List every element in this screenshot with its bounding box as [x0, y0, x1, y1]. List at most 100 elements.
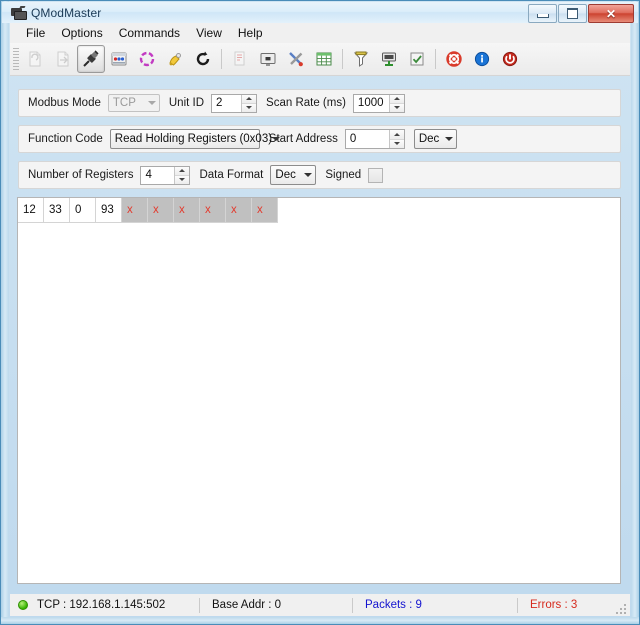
status-errors: Errors : 3	[530, 599, 578, 611]
display-icon[interactable]	[254, 45, 282, 73]
chevron-down-icon	[301, 173, 315, 177]
register-data-view[interactable]: 12 33 0 93 x x x x x x	[17, 197, 621, 584]
function-code-value: Read Holding Registers (0x03)	[114, 133, 273, 145]
register-cell[interactable]: 12	[18, 198, 44, 223]
maximize-button[interactable]	[558, 4, 587, 23]
new-icon[interactable]	[21, 45, 49, 73]
modbus-app-icon	[10, 5, 27, 20]
tools-icon[interactable]	[282, 45, 310, 73]
registers-panel: Number of Registers 4 Data Format Dec Si…	[18, 161, 621, 189]
bell-icon[interactable]	[161, 45, 189, 73]
menu-item-help[interactable]: Help	[230, 24, 271, 42]
scan-rate-stepper[interactable]: 1000	[352, 93, 405, 113]
start-address-spin-buttons[interactable]	[388, 130, 404, 148]
toolbar	[10, 43, 630, 76]
register-cell[interactable]: 0	[70, 198, 96, 223]
menu-bar: File Options Commands View Help	[10, 23, 630, 44]
modbus-mode-label: Modbus Mode	[28, 97, 101, 109]
close-icon: ✕	[605, 6, 617, 21]
modbus-mode-panel: Modbus Mode TCP Unit ID 2 Scan Rate (ms)…	[18, 89, 621, 117]
status-separator-3	[517, 597, 518, 613]
number-of-registers-stepper[interactable]: 4	[140, 165, 191, 185]
copy-icon[interactable]	[226, 45, 254, 73]
window-edge-bottom	[1, 617, 639, 624]
start-address-format-select[interactable]: Dec	[413, 129, 457, 149]
register-row: 12 33 0 93 x x x x x x	[18, 198, 620, 223]
chevron-down-icon	[442, 137, 456, 141]
reset-counters-icon[interactable]	[189, 45, 217, 73]
function-code-select[interactable]: Read Holding Registers (0x03)	[109, 129, 281, 149]
register-cell[interactable]: x	[122, 198, 148, 223]
modbus-settings-icon[interactable]	[105, 45, 133, 73]
toolbar-separator	[221, 49, 222, 69]
register-cell[interactable]: x	[200, 198, 226, 223]
checklist-icon[interactable]	[403, 45, 431, 73]
status-separator-2	[352, 597, 353, 613]
data-format-label: Data Format	[199, 169, 264, 181]
toolbar-separator-3	[435, 49, 436, 69]
number-of-registers-increment[interactable]	[175, 166, 190, 176]
data-format-select[interactable]: Dec	[270, 165, 317, 185]
menu-item-file[interactable]: File	[18, 24, 53, 42]
scan-rate-label: Scan Rate (ms)	[266, 97, 346, 109]
unit-id-value: 2	[216, 97, 223, 109]
connected-led-icon	[18, 600, 28, 610]
scan-rate-value: 1000	[357, 97, 384, 109]
start-address-increment[interactable]	[389, 130, 404, 140]
unit-id-stepper[interactable]: 2	[211, 93, 258, 113]
scan-rate-spin-buttons[interactable]	[388, 94, 404, 112]
scan-loop-icon[interactable]	[133, 45, 161, 73]
status-bar: TCP : 192.168.1.145:502 Base Addr : 0 Pa…	[10, 594, 630, 616]
register-cell[interactable]: x	[148, 198, 174, 223]
signed-label: Signed	[325, 169, 362, 181]
info-icon[interactable]	[468, 45, 496, 73]
start-address-stepper[interactable]: 0	[344, 129, 405, 149]
register-cell[interactable]: x	[226, 198, 252, 223]
menu-item-view[interactable]: View	[188, 24, 230, 42]
scan-rate-decrement[interactable]	[389, 103, 404, 112]
window-title: QModMaster	[31, 5, 102, 20]
unit-id-spin-buttons[interactable]	[241, 94, 257, 112]
menu-item-options[interactable]: Options	[53, 24, 110, 42]
lifebuoy-help-icon[interactable]	[440, 45, 468, 73]
modbus-mode-value: TCP	[112, 97, 136, 109]
menu-item-commands[interactable]: Commands	[111, 24, 188, 42]
function-code-label: Function Code	[28, 133, 103, 145]
status-connection: TCP : 192.168.1.145:502	[37, 599, 166, 611]
status-separator-1	[199, 597, 200, 613]
modbus-mode-select[interactable]: TCP	[107, 94, 160, 112]
resize-grip[interactable]	[614, 602, 626, 614]
unit-id-decrement[interactable]	[242, 103, 257, 112]
application-window: QModMaster ✕ File Options Commands View …	[0, 0, 640, 625]
open-icon[interactable]	[49, 45, 77, 73]
toolbar-separator-2	[342, 49, 343, 69]
function-code-panel: Function Code Read Holding Registers (0x…	[18, 125, 621, 153]
register-cell[interactable]: 93	[96, 198, 122, 223]
start-address-value: 0	[349, 133, 357, 145]
status-base-addr: Base Addr : 0	[212, 599, 282, 611]
register-cell[interactable]: 33	[44, 198, 70, 223]
window-edge-right	[631, 1, 639, 624]
close-button[interactable]: ✕	[588, 4, 634, 23]
scan-rate-increment[interactable]	[389, 94, 404, 104]
toolbar-drag-handle[interactable]	[13, 48, 19, 70]
unit-id-increment[interactable]	[242, 94, 257, 104]
minimize-button[interactable]	[528, 4, 557, 23]
chevron-down-icon	[145, 101, 159, 105]
start-address-decrement[interactable]	[389, 139, 404, 148]
serial-monitor-icon[interactable]	[375, 45, 403, 73]
table-icon[interactable]	[310, 45, 338, 73]
title-bar: QModMaster ✕	[2, 2, 638, 23]
window-controls: ✕	[528, 4, 634, 23]
power-exit-icon[interactable]	[496, 45, 524, 73]
window-edge-left	[1, 1, 9, 624]
data-format-value: Dec	[275, 169, 296, 181]
number-of-registers-decrement[interactable]	[175, 175, 190, 184]
chevron-down-icon	[272, 137, 281, 141]
number-of-registers-spin-buttons[interactable]	[174, 166, 190, 184]
bus-monitor-icon[interactable]	[347, 45, 375, 73]
connect-plug-icon[interactable]	[77, 45, 105, 73]
signed-checkbox[interactable]	[368, 167, 384, 183]
register-cell[interactable]: x	[252, 198, 278, 223]
register-cell[interactable]: x	[174, 198, 200, 223]
